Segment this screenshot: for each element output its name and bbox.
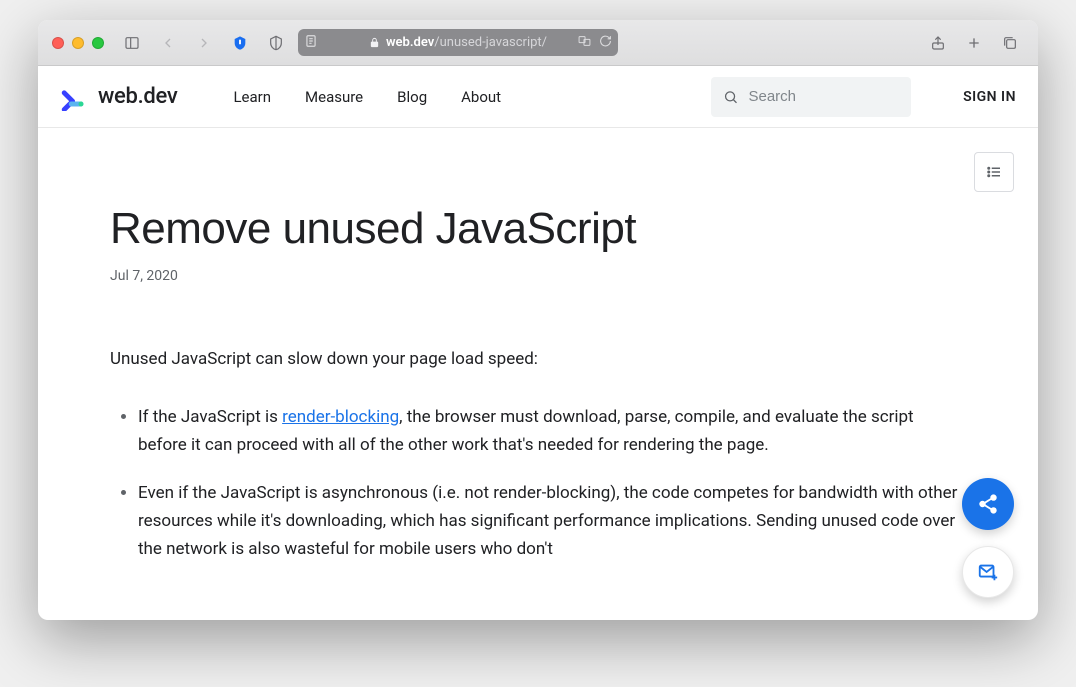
nav-blog[interactable]: Blog — [397, 88, 427, 106]
site-logo[interactable]: web.dev — [60, 83, 177, 111]
share-fab[interactable] — [962, 478, 1014, 530]
nav-measure[interactable]: Measure — [305, 88, 363, 106]
page-title: Remove unused JavaScript — [110, 204, 966, 254]
new-tab-icon[interactable] — [960, 29, 988, 57]
article-content: Remove unused JavaScript Jul 7, 2020 Unu… — [38, 128, 1038, 620]
search-input[interactable] — [748, 88, 899, 105]
privacy-shield-icon[interactable] — [262, 29, 290, 57]
list-icon — [985, 163, 1003, 181]
minimize-window-button[interactable] — [72, 37, 84, 49]
reload-icon[interactable] — [599, 34, 612, 51]
reader-view-icon[interactable] — [304, 34, 318, 52]
signin-button[interactable]: SIGN IN — [963, 89, 1016, 105]
logo-icon — [60, 83, 88, 111]
logo-text: web.dev — [98, 84, 177, 109]
nav-learn[interactable]: Learn — [233, 88, 271, 106]
toc-toggle-button[interactable] — [974, 152, 1014, 192]
main-nav: Learn Measure Blog About — [233, 88, 501, 106]
lock-icon — [369, 37, 380, 48]
share-nodes-icon — [977, 493, 999, 515]
adblock-extension-icon[interactable] — [226, 29, 254, 57]
render-blocking-link[interactable]: render-blocking — [282, 407, 399, 427]
site-header: web.dev Learn Measure Blog About SIGN IN — [38, 66, 1038, 128]
sidebar-toggle-icon[interactable] — [118, 29, 146, 57]
close-window-button[interactable] — [52, 37, 64, 49]
nav-about[interactable]: About — [461, 88, 501, 106]
share-icon[interactable] — [924, 29, 952, 57]
forward-button-icon[interactable] — [190, 29, 218, 57]
subscribe-fab[interactable] — [962, 546, 1014, 598]
mail-plus-icon — [977, 561, 999, 583]
search-icon — [723, 88, 738, 106]
fab-group — [962, 478, 1014, 598]
address-bar[interactable]: web.dev/unused-javascript/ — [298, 29, 618, 56]
intro-text: Unused JavaScript can slow down your pag… — [110, 346, 966, 373]
browser-window: web.dev/unused-javascript/ web.de — [38, 20, 1038, 620]
translate-icon[interactable] — [577, 34, 592, 51]
maximize-window-button[interactable] — [92, 37, 104, 49]
traffic-lights — [52, 37, 104, 49]
list-item: If the JavaScript is render-blocking, th… — [138, 403, 966, 459]
bullet-list: If the JavaScript is render-blocking, th… — [110, 403, 966, 563]
back-button-icon[interactable] — [154, 29, 182, 57]
publish-date: Jul 7, 2020 — [110, 268, 966, 284]
list-item: Even if the JavaScript is asynchronous (… — [138, 479, 966, 563]
search-box[interactable] — [711, 77, 911, 117]
url-text: web.dev/unused-javascript/ — [386, 35, 547, 50]
tabs-overview-icon[interactable] — [996, 29, 1024, 57]
browser-chrome: web.dev/unused-javascript/ — [38, 20, 1038, 66]
